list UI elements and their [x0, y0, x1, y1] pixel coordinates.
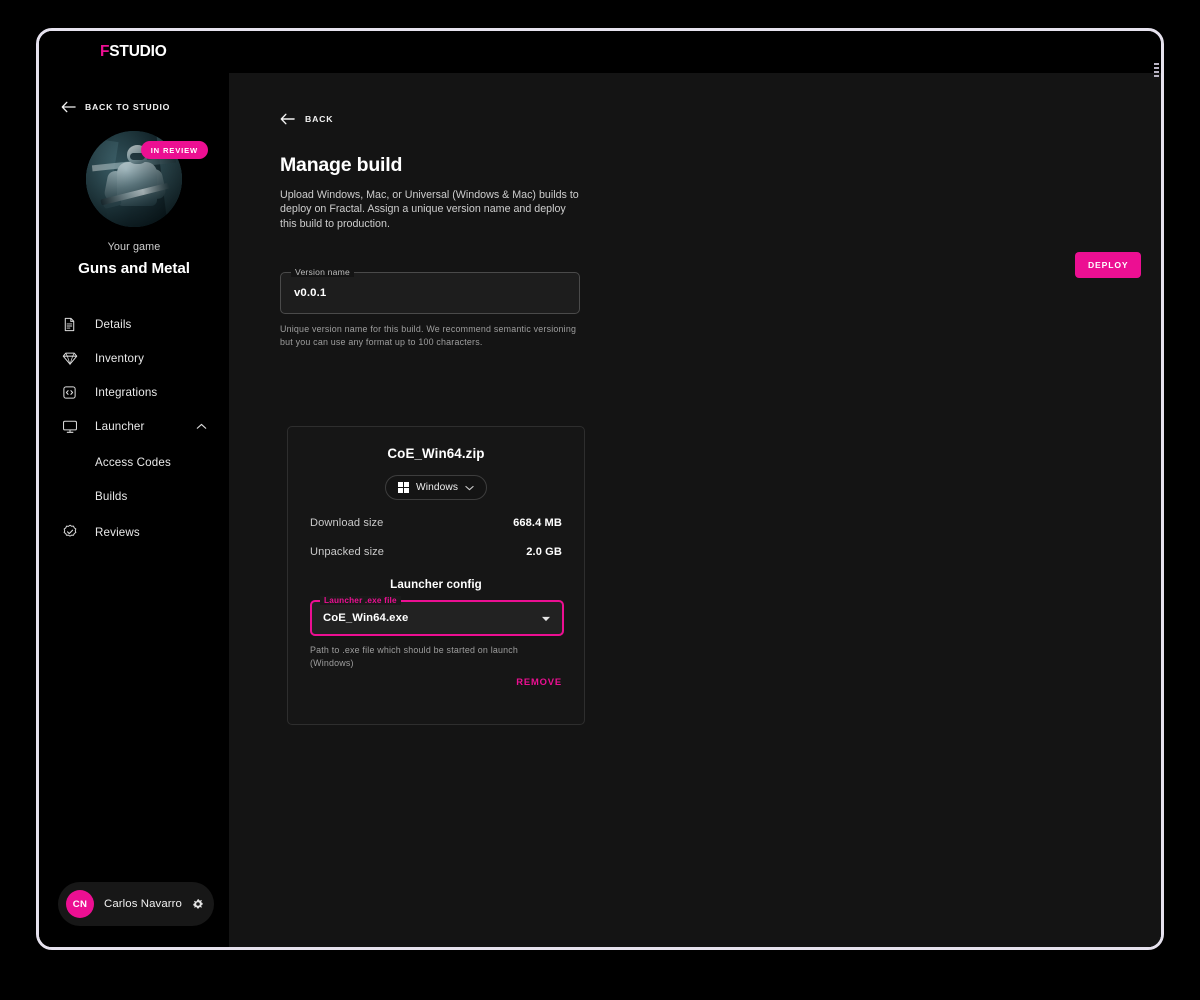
main-panel: BACK Manage build Upload Windows, Mac, o… — [229, 73, 1161, 947]
monitor-icon — [61, 418, 78, 435]
sidebar-item-inventory[interactable]: Inventory — [39, 341, 229, 375]
launcher-exe-field-group: Launcher .exe file CoE_Win64.exe Path to… — [310, 596, 564, 670]
sidebar-item-label: Reviews — [95, 525, 140, 539]
window-scrollbar-grip[interactable] — [1154, 63, 1159, 77]
version-name-helper: Unique version name for this build. We r… — [280, 324, 577, 348]
brand-rest: STUDIO — [109, 43, 167, 60]
download-size-value: 668.4 MB — [513, 517, 562, 529]
user-avatar-initials: CN — [66, 890, 94, 918]
sidebar-item-access-codes[interactable]: Access Codes — [39, 445, 229, 479]
gear-icon[interactable] — [192, 898, 204, 910]
unpacked-size-label: Unpacked size — [310, 546, 385, 558]
sidebar-item-label: Integrations — [95, 385, 158, 399]
sidebar-item-reviews[interactable]: Reviews — [39, 515, 229, 549]
back-button-label: BACK — [305, 114, 334, 124]
app-layout: FSTUDIO BACK TO STUDIO IN REVIEW Your ga… — [39, 31, 1161, 947]
sidebar: FSTUDIO BACK TO STUDIO IN REVIEW Your ga… — [39, 31, 229, 947]
build-filename: CoE_Win64.zip — [387, 446, 485, 461]
sidebar-nav: Details Inventory Integrations Launcher … — [39, 307, 229, 549]
brand-logo[interactable]: FSTUDIO — [39, 31, 229, 73]
game-title: Guns and Metal — [78, 260, 190, 277]
version-name-field-group: Version name v0.0.1 Unique version name … — [280, 267, 1161, 349]
user-name: Carlos Navarro — [104, 898, 182, 910]
back-to-studio-label: BACK TO STUDIO — [85, 102, 171, 112]
page-header: Manage build Upload Windows, Mac, or Uni… — [280, 154, 580, 231]
chevron-down-icon — [465, 485, 474, 491]
launcher-exe-value: CoE_Win64.exe — [323, 612, 409, 624]
game-identity: IN REVIEW Your game Guns and Metal — [39, 131, 229, 277]
check-badge-icon — [61, 524, 78, 541]
arrow-left-icon — [280, 113, 295, 125]
page-description: Upload Windows, Mac, or Universal (Windo… — [280, 189, 579, 230]
chevron-up-icon[interactable] — [196, 417, 207, 435]
sidebar-item-label: Inventory — [95, 351, 145, 365]
sidebar-subitem-label: Builds — [95, 489, 128, 503]
back-to-studio-link[interactable]: BACK TO STUDIO — [61, 101, 229, 113]
unpacked-size-value: 2.0 GB — [526, 546, 562, 558]
launcher-exe-select[interactable]: Launcher .exe file CoE_Win64.exe — [310, 596, 564, 636]
dropdown-caret-icon[interactable] — [541, 609, 551, 627]
brand-text: FSTUDIO — [100, 43, 167, 61]
status-badge: IN REVIEW — [140, 141, 208, 159]
document-icon — [61, 316, 78, 333]
version-name-legend: Version name — [291, 267, 354, 278]
version-name-value: v0.0.1 — [294, 287, 327, 300]
version-name-input[interactable]: Version name v0.0.1 — [280, 267, 580, 315]
brand-accent-letter: F — [100, 43, 110, 60]
arrow-left-icon — [61, 101, 76, 113]
page-title: Manage build — [280, 154, 403, 176]
gem-icon — [61, 350, 78, 367]
platform-selector[interactable]: Windows — [385, 475, 487, 500]
sidebar-item-label: Launcher — [95, 419, 145, 433]
launcher-config-title: Launcher config — [390, 578, 482, 591]
platform-label: Windows — [415, 482, 459, 493]
download-size-row: Download size 668.4 MB — [310, 517, 562, 529]
sidebar-item-details[interactable]: Details — [39, 307, 229, 341]
launcher-exe-legend: Launcher .exe file — [320, 596, 401, 605]
sidebar-item-label: Details — [95, 317, 132, 331]
app-window: FSTUDIO BACK TO STUDIO IN REVIEW Your ga… — [36, 28, 1164, 950]
deploy-button[interactable]: DEPLOY — [1075, 252, 1142, 278]
your-game-label: Your game — [107, 241, 161, 253]
build-card: CoE_Win64.zip Windows Download size 668.… — [287, 426, 585, 725]
launcher-exe-helper: Path to .exe file which should be starte… — [310, 645, 519, 668]
sidebar-item-builds[interactable]: Builds — [39, 479, 229, 513]
user-card[interactable]: CN Carlos Navarro — [58, 882, 214, 926]
sidebar-item-integrations[interactable]: Integrations — [39, 375, 229, 409]
unpacked-size-row: Unpacked size 2.0 GB — [310, 546, 562, 558]
sidebar-subitem-label: Access Codes — [95, 455, 171, 469]
sidebar-item-launcher[interactable]: Launcher — [39, 409, 229, 443]
remove-build-button[interactable]: REMOVE — [516, 676, 562, 687]
back-button[interactable]: BACK — [280, 113, 333, 125]
windows-logo-icon — [397, 482, 409, 493]
code-box-icon — [61, 384, 78, 401]
game-avatar-wrapper: IN REVIEW — [86, 131, 208, 227]
download-size-label: Download size — [310, 517, 384, 529]
